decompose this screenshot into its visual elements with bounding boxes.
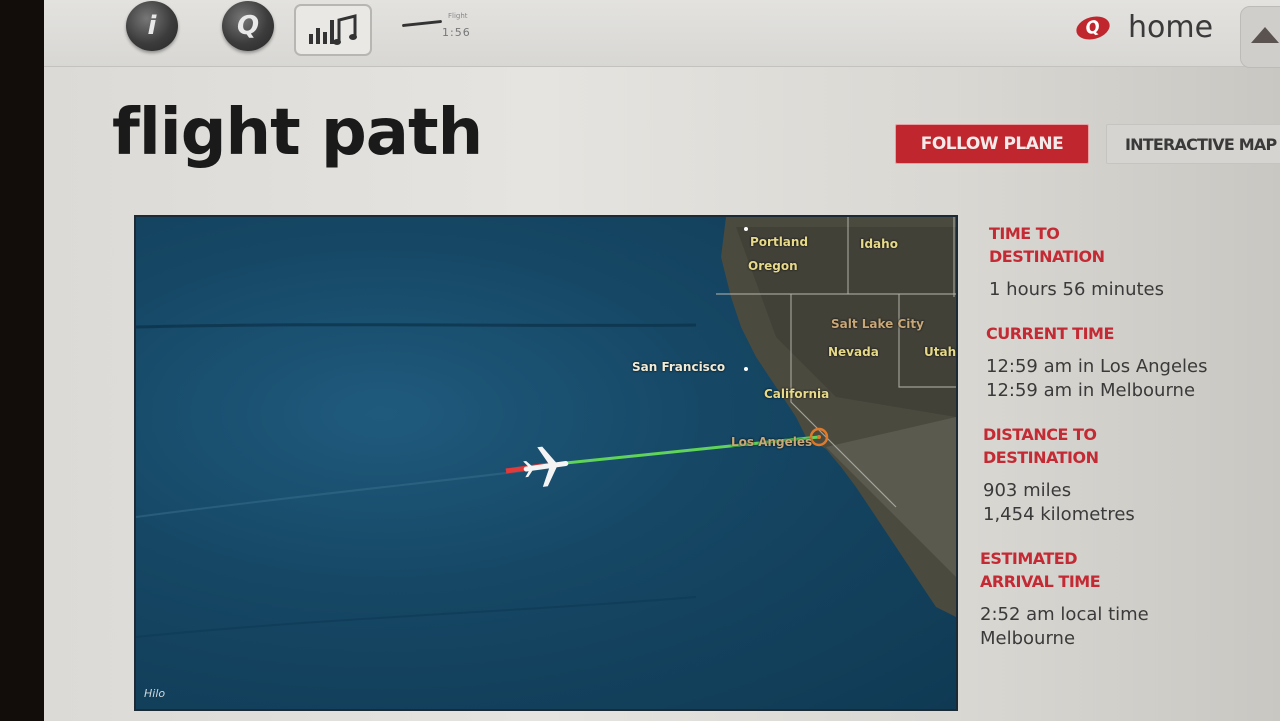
page-title: flight path xyxy=(112,96,483,170)
inflight-screen: i Q Flight 1:56 Q home flight path FOLLO… xyxy=(44,0,1280,721)
ocean-ridge xyxy=(136,466,557,518)
distance-miles: 903 miles xyxy=(983,480,1072,501)
ocean-ridge xyxy=(136,323,697,329)
monitor-bezel xyxy=(0,0,44,721)
info-button[interactable]: i xyxy=(126,1,178,51)
current-time-section: CURRENT TIME 12:59 am in Los Angeles 12:… xyxy=(986,322,1269,403)
home-button[interactable]: Q home xyxy=(1073,10,1214,45)
current-time-origin: 12:59 am in Los Angeles xyxy=(986,356,1208,377)
flight-progress-mini[interactable]: Flight 1:56 xyxy=(401,12,502,46)
ocean-ridge xyxy=(136,596,697,638)
home-label: home xyxy=(1128,10,1214,45)
top-navigation-bar: i Q Flight 1:56 Q home xyxy=(44,0,1280,68)
map-label-salt-lake-city: Salt Lake City xyxy=(831,317,924,331)
airplane-icon xyxy=(523,446,569,487)
map-label-portland: Portland xyxy=(750,235,809,249)
distance-section: DISTANCE TO DESTINATION 903 miles 1,454 … xyxy=(983,423,1269,527)
flight-progress-label: Flight xyxy=(448,12,468,20)
arrival-section: ESTIMATED ARRIVAL TIME 2:52 am local tim… xyxy=(980,547,1269,651)
time-to-destination-heading: TIME TO DESTINATION xyxy=(989,224,1105,266)
map-label-idaho: Idaho xyxy=(860,237,898,251)
tab-interactive-map[interactable]: INTERACTIVE MAP xyxy=(1106,124,1280,164)
arrival-time: 2:52 am local time xyxy=(980,604,1149,625)
music-equalizer-icon xyxy=(309,14,357,45)
map-label-california: California xyxy=(764,387,830,401)
flight-info-panel: TIME TO DESTINATION 1 hours 56 minutes C… xyxy=(979,222,1269,671)
time-to-destination-value: 1 hours 56 minutes xyxy=(989,279,1164,300)
map-provider-logo: Hilo xyxy=(144,687,166,700)
triangle-icon xyxy=(1251,27,1279,43)
info-icon: i xyxy=(147,11,157,41)
destination-dot xyxy=(817,435,821,439)
map-label-utah: Utah xyxy=(924,345,957,359)
qantas-menu-button[interactable]: Q xyxy=(222,1,274,51)
portland-dot xyxy=(744,227,748,231)
map-label-oregon: Oregon xyxy=(748,259,798,273)
time-to-destination-section: TIME TO DESTINATION 1 hours 56 minutes xyxy=(989,222,1269,302)
arrival-heading: ESTIMATED ARRIVAL TIME xyxy=(980,549,1101,591)
tab-follow-plane[interactable]: FOLLOW PLANE xyxy=(895,124,1089,164)
qantas-icon: Q xyxy=(236,11,260,41)
current-time-heading: CURRENT TIME xyxy=(986,324,1114,343)
map-label-los-angeles: Los Angeles xyxy=(731,435,813,449)
current-time-destination: 12:59 am in Melbourne xyxy=(986,380,1196,401)
flight-progress-time: 1:56 xyxy=(442,26,471,39)
map-graphics xyxy=(136,217,956,638)
map-label-san-francisco: San Francisco xyxy=(632,360,726,374)
arrival-place: Melbourne xyxy=(980,628,1076,649)
distance-heading: DISTANCE TO DESTINATION xyxy=(983,425,1099,467)
qantas-logo-icon: Q xyxy=(1073,12,1113,43)
distance-kilometres: 1,454 kilometres xyxy=(983,504,1135,525)
corner-menu-button[interactable] xyxy=(1240,6,1280,68)
map-label-nevada: Nevada xyxy=(828,345,879,359)
san-francisco-dot xyxy=(744,367,748,371)
audio-button[interactable] xyxy=(294,4,372,56)
flight-progress-line xyxy=(401,19,443,28)
flight-map[interactable]: Portland Oregon Idaho Salt Lake City Nev… xyxy=(134,215,958,711)
